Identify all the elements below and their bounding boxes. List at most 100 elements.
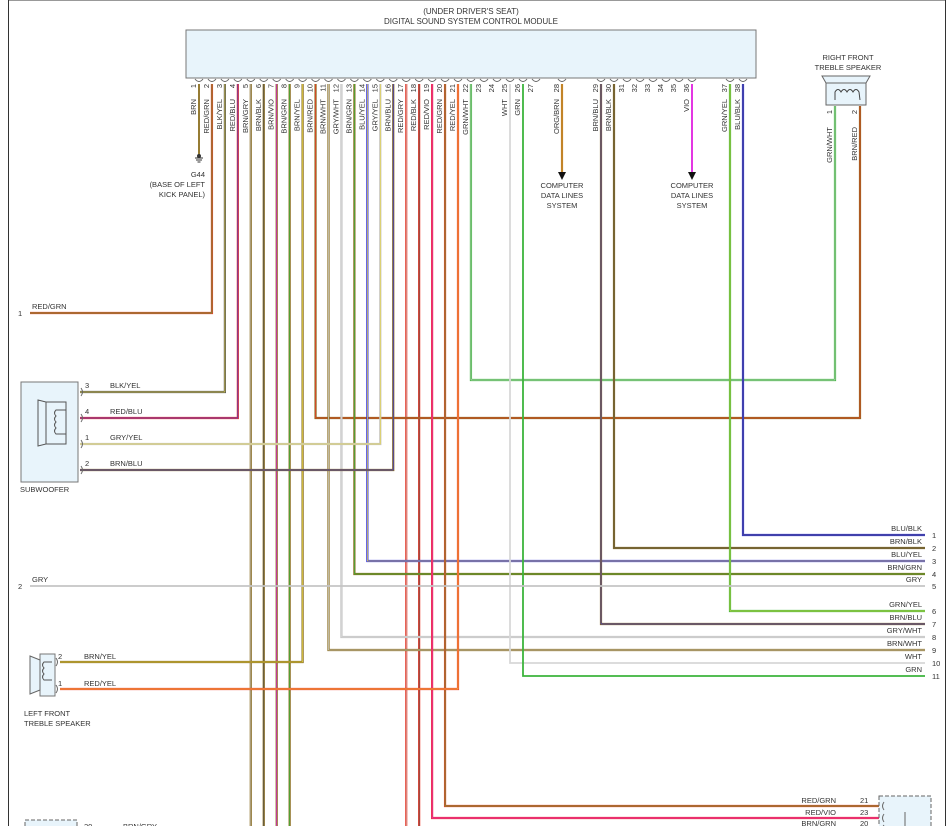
pin-socket-icon (324, 78, 333, 82)
pin-socket-icon (298, 78, 307, 82)
pin-wire-color: BLU/BLK (733, 99, 742, 130)
wire-pin-25 (509, 84, 925, 664)
pin-wire-color: BRN/RED (306, 98, 315, 132)
pin-number: 19 (422, 84, 431, 92)
wire-pin-9-tracer (60, 84, 303, 663)
right-connector-wire-color: BRN/BLU (889, 613, 922, 622)
control-module-box (185, 29, 757, 79)
pin-number: 10 (306, 84, 315, 92)
pin-wire-color: BRN (189, 99, 198, 115)
ground-splice-icon (197, 154, 201, 158)
pin-number: 2 (85, 459, 89, 468)
pin-socket-icon (725, 78, 735, 82)
pin-number: 3 (85, 381, 89, 390)
pin-wire-color: BRN/WHT (319, 99, 328, 134)
wire-pin-12-tracer (341, 84, 925, 638)
pin-socket-icon (362, 78, 372, 82)
pin-socket-icon (674, 78, 684, 82)
right-connector-wire-color: BRN/BLK (890, 537, 922, 546)
right-connector-pin-number: 6 (932, 607, 936, 616)
pin-socket-icon (220, 78, 230, 82)
right-connector-pin-number: 1 (932, 531, 936, 540)
pin-wire-color: BLK/YEL (215, 99, 224, 129)
pin-number: 22 (461, 84, 470, 92)
pin-wire-color: GRY/WHT (331, 99, 340, 135)
wire-pin-29-tracer (600, 84, 925, 625)
subwoofer-label: SUBWOOFER (20, 485, 70, 494)
computer-data-lines-label: SYSTEM (547, 201, 578, 210)
wire-pin-14 (366, 84, 925, 563)
pin-number: 34 (656, 84, 665, 92)
wire-pin-4-tracer (80, 84, 239, 419)
pin-wire-color: GRN/WHT (825, 127, 834, 163)
right-connector-wire-color: BLU/BLK (891, 524, 922, 533)
pin-wire-color: BLU/YEL (357, 99, 366, 130)
pin-number: 20 (435, 84, 444, 92)
right-connector-pin-number: 4 (932, 570, 936, 579)
pin-number: 18 (409, 84, 418, 92)
wiring-diagram: (UNDER DRIVER'S SEAT) DIGITAL SOUND SYST… (8, 0, 946, 826)
pin-wire-color: GRN/YEL (720, 99, 729, 132)
pin-number: 30 (604, 84, 613, 92)
right-connector-pin-number: 9 (932, 646, 936, 655)
pin-socket-icon (661, 78, 671, 82)
pin-socket-icon (272, 78, 282, 82)
pin-wire-color: RED/GRN (202, 99, 211, 134)
pin-number: 38 (733, 84, 742, 92)
right-front-treble-title: RIGHT FRONT (822, 53, 874, 62)
pin-number: 37 (720, 84, 729, 92)
right-connector-wire-color: BLU/YEL (891, 550, 922, 559)
pin-socket-icon (622, 78, 632, 82)
pin-wire-color: RED/BLK (409, 99, 418, 131)
right-connector-pin-number: 7 (932, 620, 936, 629)
offpage-wire-color: GRY (32, 575, 48, 584)
wire-pin-12 (340, 84, 925, 639)
wire-pin-13 (353, 84, 925, 576)
wire-pin-30 (612, 84, 925, 550)
pin-socket-icon (466, 78, 476, 82)
pin-number: 31 (617, 84, 626, 92)
computer-data-lines-label: COMPUTER (541, 181, 585, 190)
computer-data-lines-label: DATA LINES (671, 191, 713, 200)
pin-socket-icon (738, 78, 748, 82)
pin-number: 4 (85, 407, 89, 416)
pin-number: 6 (254, 84, 263, 88)
pin-number: 8 (280, 84, 289, 88)
computer-data-lines-label: DATA LINES (541, 191, 583, 200)
right-connector-pin-number: 3 (932, 557, 936, 566)
wire-pin-10-tracer (315, 84, 861, 419)
pin-number: 23 (474, 84, 483, 92)
right-connector-pin-number: 2 (932, 544, 936, 553)
wire-pin-29 (599, 84, 925, 626)
pin-socket-icon (518, 78, 528, 82)
pin-wire-color: VIO (682, 99, 691, 112)
pin-number: 11 (319, 84, 328, 92)
wire-pin-4 (80, 84, 239, 420)
wire-pin-13-tracer (354, 84, 925, 575)
wire-pin-19 (431, 84, 880, 820)
pin-number: 29 (591, 84, 600, 92)
pin-number: 35 (669, 84, 678, 92)
pin-socket-icon (453, 78, 463, 82)
pin-wire-color: GRY/YEL (370, 99, 379, 131)
pin-socket-icon (479, 78, 489, 82)
offpage-pin-number: 2 (18, 582, 22, 591)
pin-wire-color: BRN/BLU (110, 459, 143, 468)
pin-wire-color: BRN/GRY (241, 99, 250, 133)
right-connector-wire-color: WHT (905, 652, 922, 661)
offpage-wire-color: RED/GRN (32, 302, 67, 311)
pin-number: 33 (643, 84, 652, 92)
ground-desc: KICK PANEL) (159, 190, 206, 199)
wire-pin-22 (469, 84, 837, 382)
pin-socket-icon (440, 78, 450, 82)
bottom-left-connector (24, 819, 78, 826)
bottom-connector-wire-color: RED/VIO (805, 808, 836, 817)
pin-socket-icon (375, 78, 385, 82)
pin-number: 3 (215, 84, 224, 88)
pin-socket-icon (687, 78, 697, 82)
bottom-connector-pin-number: 23 (860, 808, 868, 817)
pin-socket-icon (311, 78, 320, 82)
pin-number: 14 (357, 84, 366, 92)
right-connector-wire-color: BRN/GRN (887, 563, 922, 572)
pin-number: 4 (228, 84, 237, 88)
